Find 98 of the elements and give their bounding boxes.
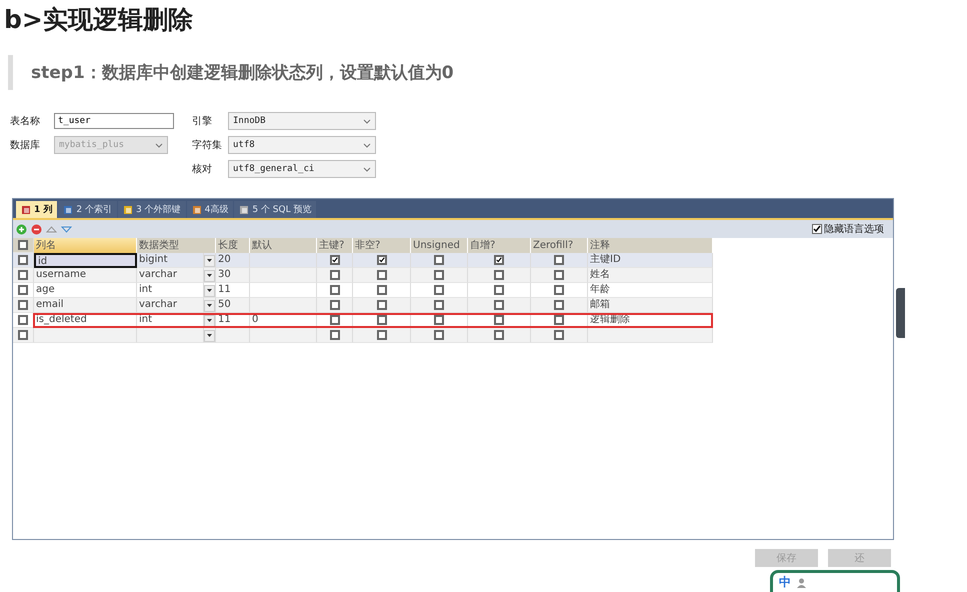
ime-mode[interactable]: 中 (779, 574, 791, 591)
field-label: 字符集 (192, 138, 223, 152)
checkbox[interactable] (18, 285, 28, 295)
column-header[interactable]: 默认 (250, 238, 317, 253)
dropdown-button[interactable] (204, 330, 215, 342)
hide-language-checkbox[interactable]: 隐藏语言选项 (812, 222, 884, 236)
field-label: 表名称 (10, 114, 41, 128)
tab[interactable]: 2 个索引 (58, 201, 117, 218)
checkbox[interactable] (330, 330, 340, 340)
checkbox[interactable] (494, 270, 504, 280)
dropdown-button[interactable] (204, 284, 215, 296)
table-icon (21, 204, 31, 214)
tab[interactable]: 3 个外部键 (118, 201, 186, 218)
table-icon (192, 204, 202, 214)
input-field[interactable]: t_user (54, 113, 174, 129)
table-icon (239, 204, 250, 214)
caret-icon (207, 319, 212, 322)
checkbox[interactable] (18, 255, 28, 265)
tab[interactable]: 5 个 SQL 预览 (234, 201, 316, 218)
column-header[interactable]: 主键? (317, 238, 353, 253)
checkbox[interactable] (330, 315, 340, 325)
table-cell: 邮箱 (588, 298, 713, 313)
move-down-icon[interactable] (61, 224, 72, 234)
add-icon[interactable] (16, 224, 27, 234)
checkbox[interactable] (376, 270, 386, 280)
tab[interactable]: 1 列 (16, 201, 58, 218)
checkbox[interactable] (494, 255, 504, 265)
checkbox[interactable] (554, 270, 564, 280)
caret-icon (207, 274, 212, 277)
column-header[interactable]: 列名 (34, 238, 137, 253)
checkmark-icon (813, 225, 821, 233)
checkbox[interactable] (376, 300, 386, 310)
checkbox[interactable] (376, 285, 386, 295)
caret-icon (363, 142, 371, 148)
column-header[interactable]: Unsigned (411, 238, 468, 253)
remove-icon[interactable] (31, 224, 42, 234)
caret-icon (363, 118, 371, 124)
checkbox[interactable] (376, 255, 386, 265)
checkbox[interactable] (434, 255, 444, 265)
checkmark-icon (378, 256, 384, 264)
checkbox[interactable] (494, 300, 504, 310)
checkbox[interactable] (376, 330, 386, 340)
dropdown-button[interactable] (204, 300, 215, 312)
dropdown-button[interactable] (204, 270, 215, 282)
caret-icon (207, 334, 212, 337)
column-header[interactable]: 非空? (353, 238, 411, 253)
dropdown[interactable]: utf8_general_ci (228, 160, 376, 178)
checkbox[interactable] (554, 255, 564, 265)
checkmark-icon (496, 256, 502, 264)
checkbox[interactable] (330, 285, 340, 295)
column-header[interactable]: Zerofill? (531, 238, 588, 253)
heading: b>实现逻辑删除 (3, 4, 194, 36)
tab[interactable]: 4高级 (186, 201, 234, 218)
checkbox[interactable] (18, 315, 28, 325)
caret-icon (207, 259, 212, 262)
checkbox[interactable] (494, 330, 504, 340)
column-header[interactable]: 注释 (588, 238, 713, 253)
caret-icon (207, 289, 212, 292)
checkbox[interactable] (18, 270, 28, 280)
dropdown-button[interactable] (204, 254, 215, 266)
checkbox[interactable] (18, 240, 28, 250)
dropdown[interactable]: InnoDB (228, 112, 376, 130)
checkbox[interactable] (554, 300, 564, 310)
caret-icon (155, 142, 163, 148)
checkbox[interactable] (554, 315, 564, 325)
checkbox[interactable] (434, 285, 444, 295)
dropdown-button[interactable] (204, 314, 215, 326)
field-label: 引擎 (192, 114, 213, 128)
checkbox[interactable] (18, 300, 28, 310)
checkbox[interactable] (376, 315, 386, 325)
table-icon (63, 204, 74, 214)
checkbox[interactable] (554, 330, 564, 340)
user-icon[interactable] (797, 578, 806, 588)
checkmark-icon (332, 256, 338, 264)
checkbox[interactable] (330, 300, 340, 310)
step-note: step1：数据库中创建逻辑删除状态列，设置默认值为0 (31, 63, 454, 83)
checkbox[interactable] (434, 315, 444, 325)
dropdown[interactable]: utf8 (228, 136, 376, 154)
checkbox[interactable] (18, 330, 28, 340)
table-cell: 50 (216, 298, 250, 313)
checkbox[interactable] (554, 285, 564, 295)
field-label: 数据库 (10, 138, 41, 152)
field-label: 核对 (192, 162, 213, 176)
checkbox[interactable] (330, 270, 340, 280)
caret-icon (363, 166, 371, 172)
checkbox[interactable] (434, 330, 444, 340)
checkbox[interactable] (330, 255, 340, 265)
column-header[interactable]: 自增? (468, 238, 531, 253)
checkbox[interactable] (434, 300, 444, 310)
column-header[interactable]: 数据类型 (137, 238, 216, 253)
checkbox[interactable] (434, 270, 444, 280)
checkbox[interactable] (494, 315, 504, 325)
table-cell: email (34, 298, 137, 313)
caret-icon (207, 304, 212, 307)
table-cell: id (34, 253, 137, 268)
table-icon (123, 204, 133, 214)
column-header[interactable]: 长度 (216, 238, 250, 253)
checkbox[interactable] (494, 285, 504, 295)
